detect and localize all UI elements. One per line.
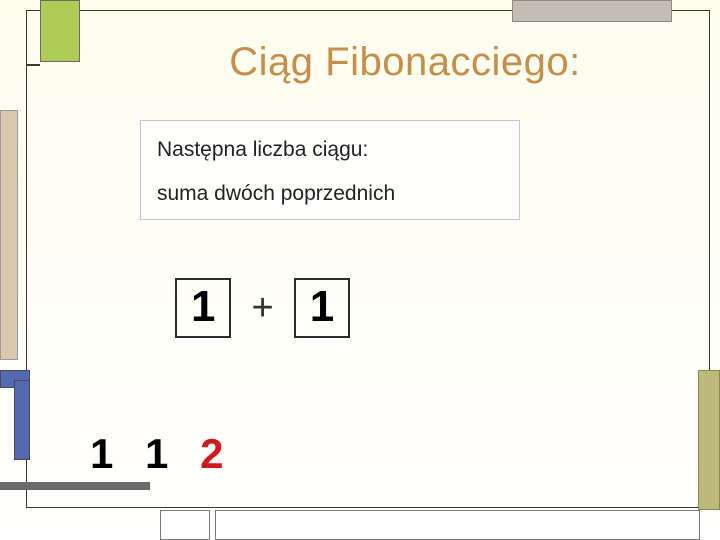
decorative-bottom-box-small <box>160 510 210 540</box>
sequence-term-2: 1 <box>145 430 172 477</box>
decorative-bottom-box-large <box>215 510 700 540</box>
decorative-block-olive <box>698 370 720 510</box>
spacer <box>157 167 503 177</box>
plus-sign: + <box>247 287 277 330</box>
slide-title: Ciąg Fibonacciego: <box>120 40 690 85</box>
sequence-term-1: 1 <box>90 430 117 477</box>
addition-row: 1 + 1 <box>175 278 350 338</box>
decorative-block-blue <box>14 380 30 460</box>
decorative-corner <box>26 52 40 66</box>
decorative-block-tan <box>0 110 18 360</box>
description-box: Następna liczba ciągu: suma dwóch poprze… <box>140 120 520 220</box>
slide-canvas: Ciąg Fibonacciego: Następna liczba ciągu… <box>0 0 720 540</box>
sequence-result: 2 <box>200 430 227 477</box>
description-line-1: Następna liczba ciągu: <box>157 133 503 167</box>
decorative-bar <box>0 482 150 490</box>
description-line-2: suma dwóch poprzednich <box>157 177 503 211</box>
sequence-row: 1 1 2 <box>90 430 227 478</box>
addend-2-box: 1 <box>294 278 350 338</box>
addend-1-box: 1 <box>175 278 231 338</box>
decorative-block-green <box>40 0 80 62</box>
decorative-block-grey <box>512 0 672 22</box>
